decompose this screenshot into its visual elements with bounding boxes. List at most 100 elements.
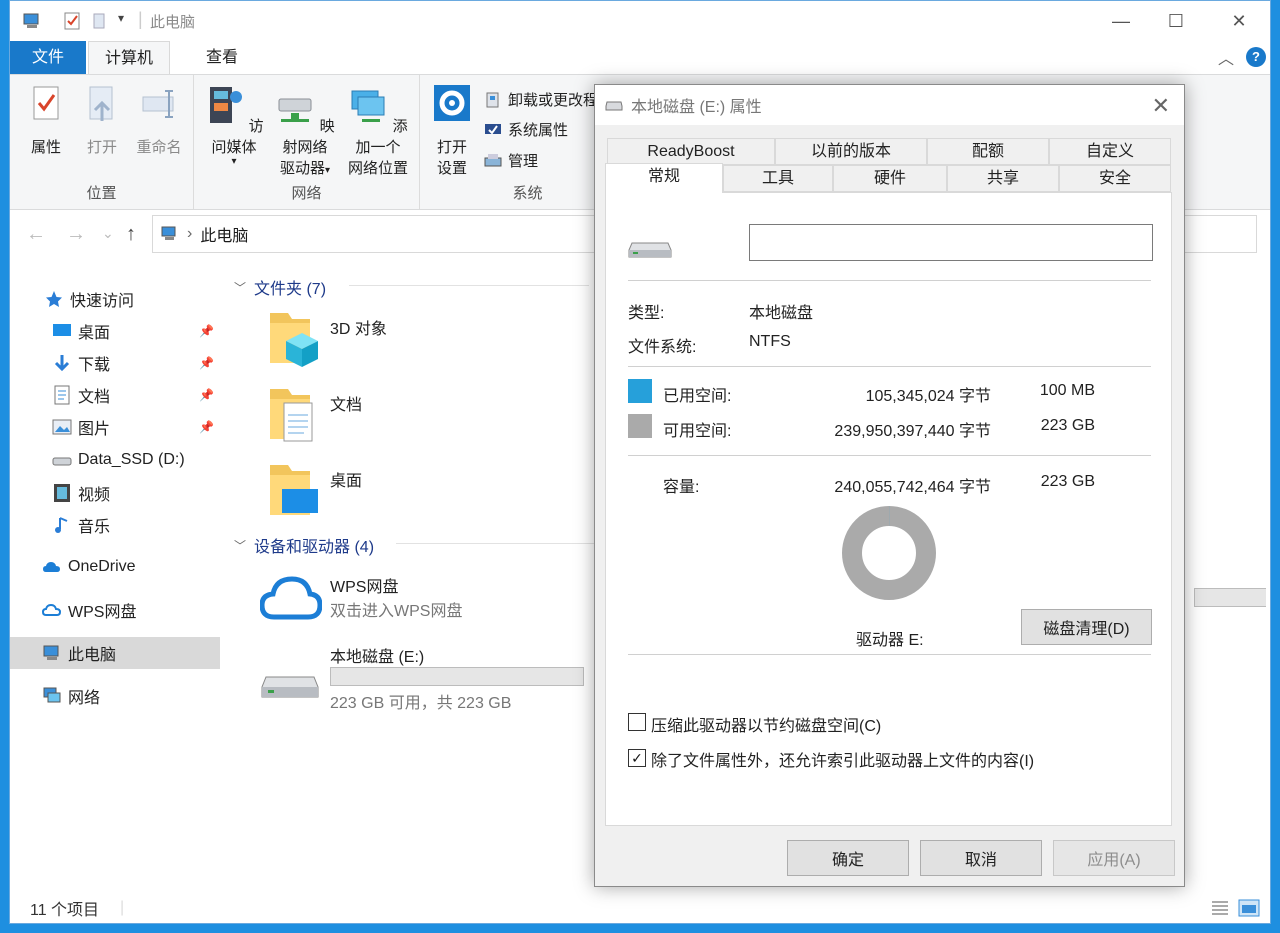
tab-sharing[interactable]: 共享 (947, 165, 1059, 192)
tab-quota[interactable]: 配额 (927, 138, 1049, 165)
sidebar-item-data-ssd[interactable]: Data_SSD (D:) (10, 444, 220, 476)
details-view-icon[interactable] (1210, 899, 1230, 917)
folder-3d-icon (270, 313, 318, 367)
close-icon[interactable]: ✕ (1152, 93, 1170, 119)
title-bar: ▾ | 此电脑 — ☐ ✕ (10, 1, 1270, 41)
pin-icon[interactable]: 📌 (199, 388, 214, 402)
sidebar-label: 视频 (78, 487, 111, 504)
computer-icon[interactable] (22, 11, 42, 31)
ok-button[interactable]: 确定 (787, 840, 909, 876)
navigation-pane: 快速访问 桌面 📌 下载 📌 文档 📌 图片 📌 Data_SSD (D:) 视… (10, 271, 222, 891)
sidebar-item-onedrive[interactable]: OneDrive (10, 551, 220, 583)
tab-view[interactable]: 查看 (190, 41, 254, 74)
open-settings-label-2: 设置 (436, 160, 467, 177)
ribbon-tabs: 文件 计算机 查看 ︿ ? (10, 41, 1270, 75)
sidebar-item-documents[interactable]: 文档 📌 (10, 379, 220, 411)
divider (628, 280, 1151, 281)
add-network-location-button[interactable]: 添加一个 网络位置 (344, 83, 412, 179)
ribbon-collapse-icon[interactable]: ︿ (1218, 45, 1234, 69)
tab-computer[interactable]: 计算机 (88, 41, 171, 75)
manage-icon (484, 153, 502, 166)
sidebar-label: 图片 (78, 421, 111, 438)
tab-tools[interactable]: 工具 (723, 165, 833, 192)
sidebar-item-downloads[interactable]: 下载 📌 (10, 347, 220, 379)
network-location-icon (351, 90, 385, 122)
pin-icon[interactable]: 📌 (199, 356, 214, 370)
computer-icon (43, 645, 59, 660)
sidebar-item-pictures[interactable]: 图片 📌 (10, 411, 220, 443)
tab-readyboost[interactable]: ReadyBoost (607, 138, 775, 165)
cancel-button[interactable]: 取消 (920, 840, 1042, 876)
filesystem-label: 文件系统: (628, 339, 697, 356)
system-properties-label: 系统属性 (508, 122, 569, 139)
device-wps[interactable]: WPS网盘 双击进入WPS网盘 (260, 573, 590, 633)
sidebar-item-music[interactable]: 音乐 (10, 509, 220, 541)
sidebar-item-desktop[interactable]: 桌面 📌 (10, 315, 220, 347)
window-title: 此电脑 (150, 14, 196, 31)
manage-button[interactable]: 管理 (484, 150, 538, 171)
access-media-button[interactable]: 访问媒体 ▾ (202, 83, 266, 167)
open-settings-button[interactable]: 打开 设置 (430, 83, 474, 179)
back-icon[interactable]: ← (26, 223, 46, 246)
help-icon[interactable]: ? (1246, 47, 1266, 67)
properties-button[interactable]: 属性 (24, 83, 68, 158)
tab-previous-versions[interactable]: 以前的版本 (775, 138, 927, 165)
tab-general[interactable]: 常规 (605, 163, 723, 193)
close-button[interactable]: ✕ (1208, 1, 1270, 41)
tab-security[interactable]: 安全 (1059, 165, 1171, 192)
devices-header-label: 设备和驱动器 (4) (254, 539, 375, 556)
disk-cleanup-button[interactable]: 磁盘清理(D) (1021, 609, 1152, 645)
apply-button[interactable]: 应用(A) (1053, 840, 1175, 876)
rename-button[interactable]: 重命名 (132, 83, 186, 158)
sidebar-item-wps[interactable]: WPS网盘 (10, 594, 220, 626)
device-name: 本地磁盘 (E:) (330, 649, 425, 666)
open-icon (89, 86, 113, 121)
compress-checkbox[interactable] (628, 713, 646, 731)
map-drive-button[interactable]: 映射网络 驱动器▾ (272, 83, 338, 181)
forward-icon[interactable]: → (66, 223, 86, 246)
folder-label: 3D 对象 (330, 321, 387, 338)
pin-icon[interactable]: 📌 (199, 324, 214, 338)
tab-hardware[interactable]: 硬件 (833, 165, 947, 192)
recent-locations-icon[interactable]: ⌄ (102, 225, 114, 242)
title-separator: | (138, 9, 143, 29)
open-button[interactable]: 打开 (80, 83, 124, 158)
disk-usage-donut (842, 506, 936, 600)
maximize-button[interactable]: ☐ (1145, 1, 1207, 41)
donut-free-ring (842, 506, 936, 600)
sidebar-item-videos[interactable]: 视频 (10, 477, 220, 509)
dialog-title-bar: 本地磁盘 (E:) 属性 ✕ (595, 85, 1184, 125)
folders-group-header[interactable]: ﹀ 文件夹 (7) (234, 275, 326, 299)
used-space-label: 已用空间: (663, 388, 732, 405)
media-icon (210, 87, 243, 123)
system-properties-button[interactable]: 系统属性 (484, 119, 568, 140)
folder-desktop[interactable]: 桌面 (260, 461, 580, 525)
device-local-disk-e[interactable]: 本地磁盘 (E:) 223 GB 可用，共 223 GB (260, 641, 590, 712)
breadcrumb-this-pc[interactable]: 此电脑 (200, 222, 248, 246)
folder-documents[interactable]: 文档 (260, 385, 580, 449)
sidebar-item-quick-access[interactable]: 快速访问 (10, 283, 220, 315)
up-icon[interactable]: ↑ (126, 223, 136, 246)
divider (628, 654, 1151, 655)
tab-file[interactable]: 文件 (10, 41, 86, 74)
minimize-button[interactable]: — (1090, 1, 1152, 41)
sidebar-item-network[interactable]: 网络 (10, 680, 220, 712)
index-checkbox[interactable]: ✓ (628, 749, 646, 767)
sidebar-item-this-pc[interactable]: 此电脑 (10, 637, 220, 669)
uninstall-button[interactable]: 卸载或更改程 (484, 89, 598, 110)
type-value: 本地磁盘 (749, 305, 814, 322)
devices-group-header[interactable]: ﹀ 设备和驱动器 (4) (234, 533, 374, 557)
tab-customize[interactable]: 自定义 (1049, 138, 1171, 165)
drive-label-input[interactable] (749, 224, 1153, 261)
system-properties-icon (485, 123, 501, 135)
properties-check-icon[interactable] (62, 11, 82, 31)
chevron-down-icon: ﹀ (234, 538, 247, 553)
large-icons-view-icon[interactable] (1238, 899, 1260, 917)
download-icon (54, 355, 70, 372)
uninstall-label: 卸载或更改程 (508, 92, 599, 109)
qa-dropdown[interactable]: ▾ (118, 11, 124, 25)
new-folder-icon[interactable] (90, 11, 110, 31)
pin-icon[interactable]: 📌 (199, 420, 214, 434)
folder-3d-objects[interactable]: 3D 对象 (260, 309, 580, 373)
group-divider (396, 543, 596, 544)
